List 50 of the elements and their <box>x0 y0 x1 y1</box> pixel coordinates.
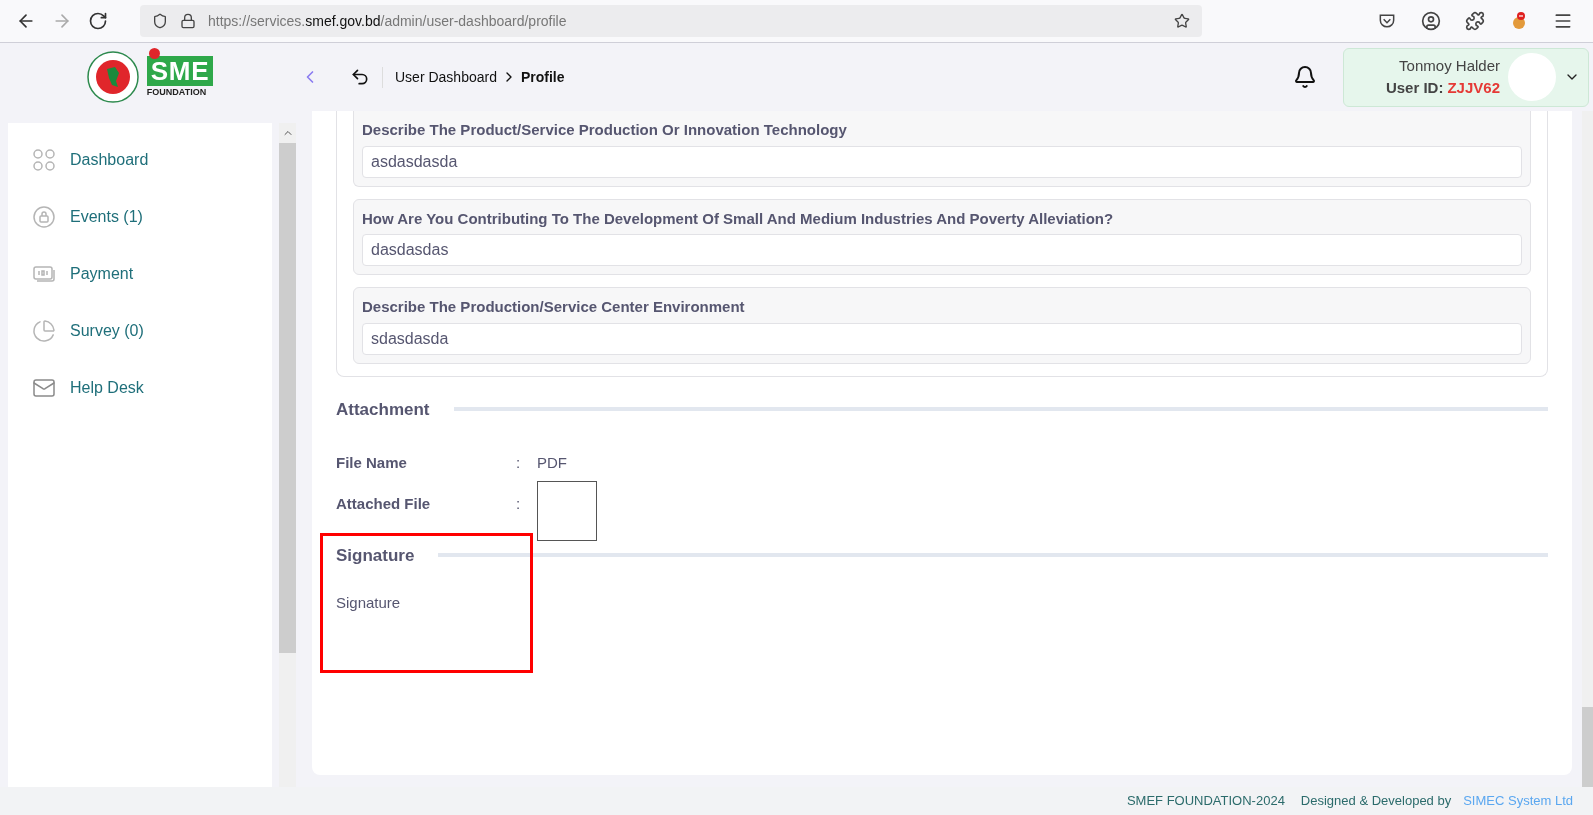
answer-field[interactable]: sdasdasda <box>362 322 1522 355</box>
emblem-icon <box>86 51 139 103</box>
field-value: PDF <box>537 453 567 473</box>
signature-label: Signature <box>336 593 402 613</box>
puzzle-icon[interactable] <box>1465 11 1485 31</box>
sidebar-item[interactable]: Dashboard <box>8 131 273 188</box>
separator-text: : <box>516 493 522 514</box>
url-text: https://services.smef.gov.bd/admin/user-dashboard/profile <box>208 11 567 31</box>
grid-icon <box>32 147 56 172</box>
question-label: How Are You Contributing To The Development Of Small And Medium Industries And Poverty Alleviation? <box>362 208 1115 229</box>
back-icon[interactable] <box>350 67 370 87</box>
section-title: Attachment <box>336 398 430 421</box>
scroll-thumb[interactable] <box>279 143 296 653</box>
sidebar-item[interactable]: Survey (0) <box>8 302 273 359</box>
menu-icon[interactable] <box>1553 11 1573 31</box>
user-card[interactable]: Tonmoy Halder User ID: ZJJV62 <box>1343 47 1589 107</box>
question-label: Describe The Production/Service Center Environment <box>362 297 746 317</box>
reload-icon[interactable] <box>88 11 108 31</box>
address-bar[interactable]: https://services.smef.gov.bd/admin/user-dashboard/profile <box>140 5 1202 37</box>
user-name: Tonmoy Halder <box>1399 55 1500 76</box>
lock-icon <box>32 204 56 229</box>
scroll-thumb[interactable] <box>1582 707 1593 787</box>
pie-chart-icon <box>32 318 56 343</box>
file-thumbnail[interactable] <box>537 480 597 541</box>
field-label: File Name <box>336 453 408 473</box>
scrollbar[interactable] <box>1582 111 1593 787</box>
field-label: Attached File <box>336 493 432 514</box>
shield-icon <box>152 13 168 29</box>
user-id: ZJJV62 <box>1447 78 1500 98</box>
breadcrumb-item: Profile <box>520 67 565 87</box>
avatar <box>1508 53 1556 101</box>
credit-text: Designed & Developed by <box>1300 792 1452 811</box>
star-icon[interactable] <box>1174 13 1190 29</box>
breadcrumb-item[interactable]: User Dashboard <box>395 66 497 88</box>
account-icon[interactable] <box>1421 11 1441 31</box>
user-id-label: User ID: <box>1385 78 1444 98</box>
bell-icon[interactable] <box>1293 65 1317 89</box>
sidebar-item[interactable]: Help Desk <box>8 359 273 416</box>
sidebar-item[interactable]: Payment <box>8 245 273 302</box>
scrollbar[interactable] <box>279 123 296 787</box>
logo-mark: SME <box>146 56 214 86</box>
sidebar-item[interactable]: Events (1) <box>8 188 273 245</box>
question-label: Describe The Product/Service Production Or Innovation Technology <box>362 120 848 140</box>
copyright-text: SMEF FOUNDATION-2024 <box>1126 792 1285 811</box>
answer-field[interactable]: asdasdasda <box>362 145 1522 178</box>
lock-icon <box>180 13 196 29</box>
separator-text: : <box>516 453 522 473</box>
answer-field[interactable]: dasdasdas <box>362 234 1522 266</box>
logo-caption: FOUNDATION <box>146 86 207 98</box>
section-title: Signature <box>336 544 415 567</box>
